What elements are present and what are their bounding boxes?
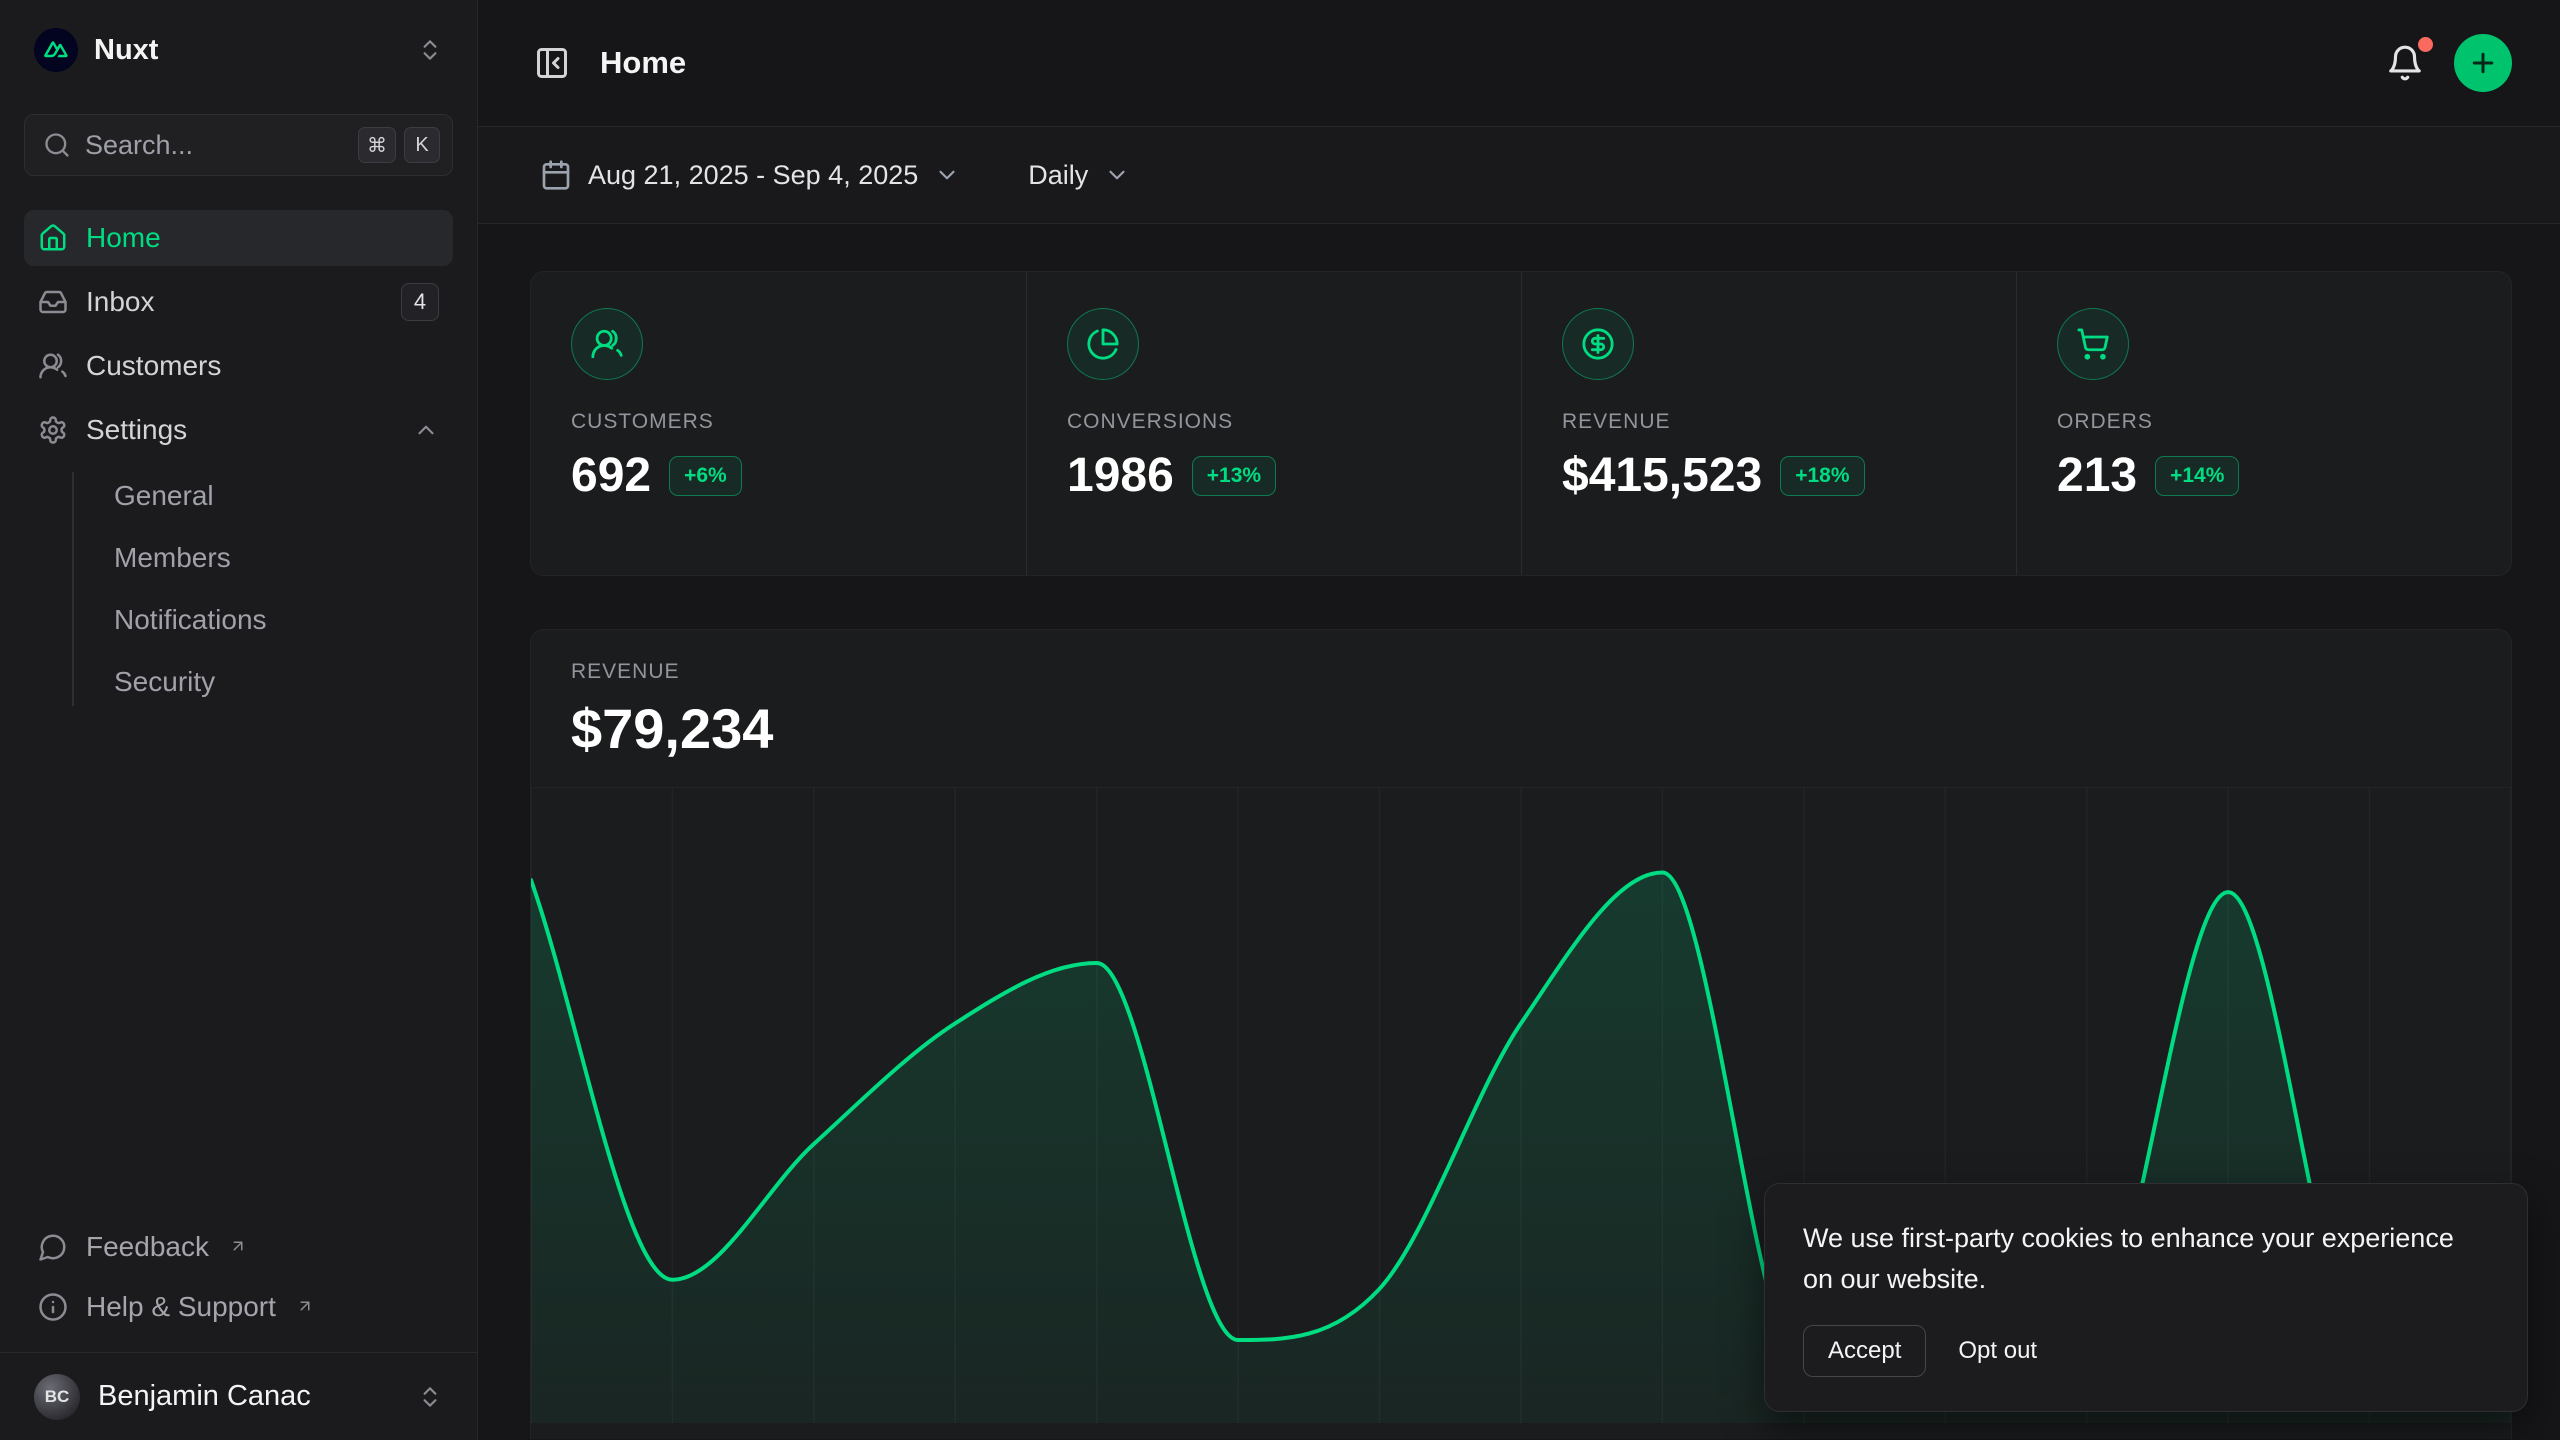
chevrons-up-down-icon — [417, 37, 443, 63]
sidebar-item-label: Home — [86, 222, 439, 254]
date-range-picker[interactable]: Aug 21, 2025 - Sep 4, 2025 — [528, 149, 972, 201]
date-range-label: Aug 21, 2025 - Sep 4, 2025 — [588, 160, 918, 191]
home-icon — [38, 223, 68, 253]
stat-value: 213 — [2057, 448, 2137, 503]
sidebar-item-customers[interactable]: Customers — [24, 338, 453, 394]
collapse-sidebar-button[interactable] — [528, 39, 576, 87]
avatar: BC — [34, 1374, 80, 1420]
plus-icon — [2468, 48, 2498, 78]
kbd-cmd: ⌘ — [358, 127, 396, 163]
gear-icon — [38, 415, 68, 445]
add-button[interactable] — [2454, 34, 2512, 92]
user-menu[interactable]: BC Benjamin Canac — [0, 1352, 477, 1440]
stat-value: 692 — [571, 448, 651, 503]
stat-label: CUSTOMERS — [571, 410, 986, 434]
main-area: Home Aug 21, 2025 - Sep 4, 2025 — [478, 0, 2560, 1440]
stat-label: REVENUE — [1562, 410, 1976, 434]
stat-value: $415,523 — [1562, 448, 1762, 503]
stat-change-badge: +6% — [669, 456, 742, 496]
users-icon — [571, 308, 643, 380]
nuxt-logo-icon — [34, 28, 78, 72]
sidebar-item-members[interactable]: Members — [104, 530, 453, 586]
stat-change-badge: +13% — [1192, 456, 1276, 496]
inbox-icon — [38, 287, 68, 317]
feedback-link[interactable]: Feedback — [24, 1220, 453, 1274]
sidebar-item-home[interactable]: Home — [24, 210, 453, 266]
pie-chart-icon — [1067, 308, 1139, 380]
chevrons-up-down-icon — [417, 1384, 443, 1410]
chevron-down-icon — [1104, 162, 1130, 188]
sidebar-item-notifications[interactable]: Notifications — [104, 592, 453, 648]
sidebar-item-label: Customers — [86, 350, 439, 382]
notification-dot — [2415, 34, 2436, 55]
stat-revenue[interactable]: REVENUE $415,523 +18% — [1521, 272, 2016, 575]
cookie-banner: We use first-party cookies to enhance yo… — [1764, 1183, 2528, 1412]
kbd-k: K — [404, 127, 440, 163]
chevron-up-icon — [413, 417, 439, 443]
cart-icon — [2057, 308, 2129, 380]
stat-orders[interactable]: ORDERS 213 +14% — [2016, 272, 2511, 575]
search-input[interactable] — [85, 130, 344, 161]
stat-value: 1986 — [1067, 448, 1174, 503]
info-circle-icon — [38, 1292, 68, 1322]
sidebar-nav: Home Inbox 4 Customers Settings — [24, 210, 453, 710]
sidebar-item-general[interactable]: General — [104, 468, 453, 524]
revenue-value: $79,234 — [571, 696, 2471, 761]
cookie-message: We use first-party cookies to enhance yo… — [1803, 1218, 2489, 1299]
stat-conversions[interactable]: CONVERSIONS 1986 +13% — [1026, 272, 1521, 575]
page-title: Home — [600, 45, 686, 81]
users-icon — [38, 351, 68, 381]
stats-row: CUSTOMERS 692 +6% CONVERSIONS 1986 +13% — [530, 271, 2512, 576]
search-box[interactable]: ⌘ K — [24, 114, 453, 176]
feedback-label: Feedback — [86, 1231, 209, 1263]
settings-subnav: General Members Notifications Security — [24, 468, 453, 710]
sidebar-item-inbox[interactable]: Inbox 4 — [24, 274, 453, 330]
app-window: Nuxt ⌘ K Home — [0, 0, 2560, 1440]
search-shortcut: ⌘ K — [358, 127, 440, 163]
page-header: Home — [478, 0, 2560, 127]
revenue-label: REVENUE — [571, 660, 2471, 684]
workspace-selector[interactable]: Nuxt — [24, 20, 453, 80]
filter-toolbar: Aug 21, 2025 - Sep 4, 2025 Daily — [478, 127, 2560, 224]
sidebar: Nuxt ⌘ K Home — [0, 0, 478, 1440]
stat-label: ORDERS — [2057, 410, 2471, 434]
period-label: Daily — [1028, 160, 1088, 191]
sidebar-item-label: Inbox — [86, 286, 383, 318]
sidebar-item-settings[interactable]: Settings — [24, 402, 453, 458]
sidebar-footer: Feedback Help & Support — [24, 1220, 453, 1352]
period-select[interactable]: Daily — [1016, 150, 1142, 201]
sidebar-item-label: Settings — [86, 414, 395, 446]
stat-change-badge: +18% — [1780, 456, 1864, 496]
accept-cookies-button[interactable]: Accept — [1803, 1325, 1926, 1377]
cookie-actions: Accept Opt out — [1803, 1325, 2489, 1377]
chevron-down-icon — [934, 162, 960, 188]
help-support-link[interactable]: Help & Support — [24, 1280, 453, 1334]
notifications-button[interactable] — [2380, 38, 2430, 88]
stat-change-badge: +14% — [2155, 456, 2239, 496]
opt-out-button[interactable]: Opt out — [1940, 1326, 2055, 1376]
external-link-icon — [296, 1290, 314, 1322]
stat-customers[interactable]: CUSTOMERS 692 +6% — [531, 272, 1026, 575]
external-link-icon — [229, 1230, 247, 1262]
circle-dollar-icon — [1562, 308, 1634, 380]
stat-label: CONVERSIONS — [1067, 410, 1481, 434]
sidebar-spacer — [24, 710, 453, 1220]
sidebar-item-security[interactable]: Security — [104, 654, 453, 710]
revenue-chart-header: REVENUE $79,234 — [531, 630, 2511, 787]
search-icon — [43, 131, 71, 159]
user-name: Benjamin Canac — [98, 1380, 399, 1413]
inbox-count-badge: 4 — [401, 283, 439, 321]
message-bubble-icon — [38, 1232, 68, 1262]
calendar-icon — [540, 159, 572, 191]
workspace-name: Nuxt — [94, 34, 401, 67]
help-support-label: Help & Support — [86, 1291, 276, 1323]
panel-left-close-icon — [534, 45, 570, 81]
